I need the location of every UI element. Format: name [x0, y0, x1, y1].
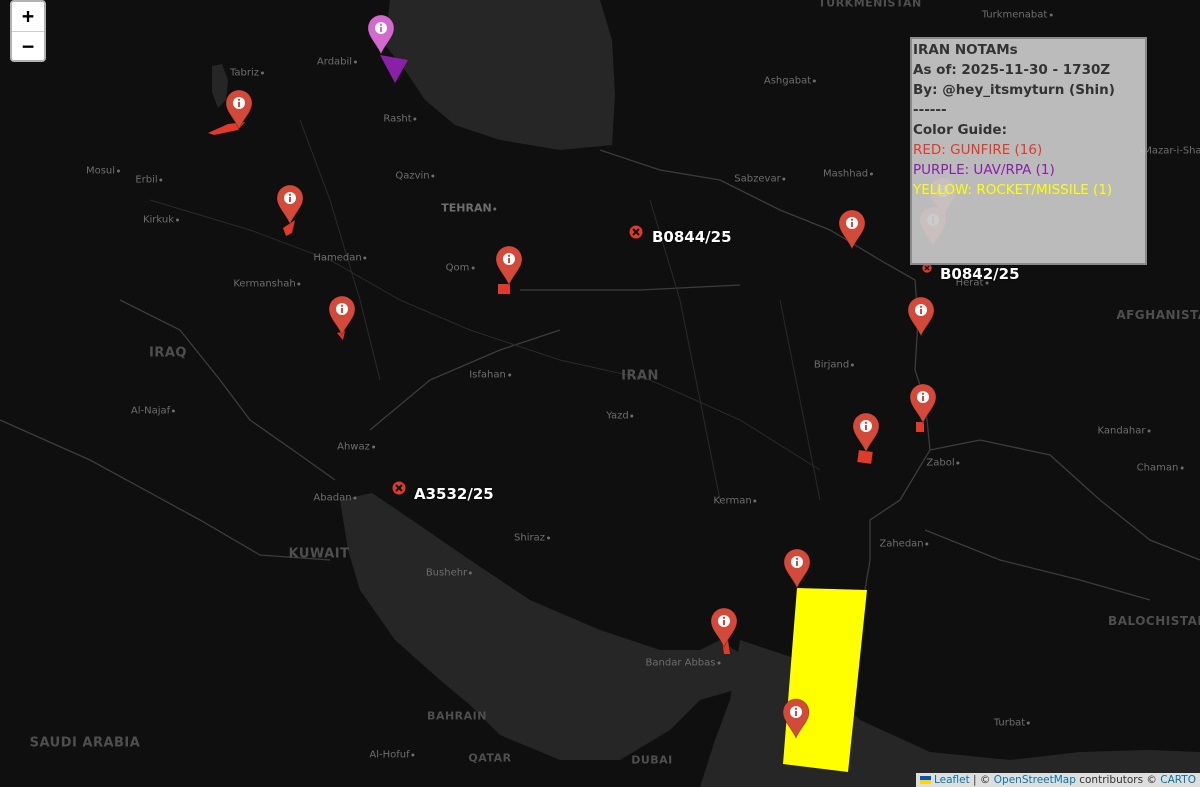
country-label-dubai: DUBAI	[631, 753, 673, 767]
city-label: Sabzevar	[734, 174, 786, 185]
city-label: Kirkuk	[143, 215, 180, 226]
gunfire-marker-icon[interactable]	[906, 295, 936, 337]
notam-label-b0844: B0844/25	[652, 228, 732, 246]
city-label: Qom	[446, 263, 475, 274]
attribution: Leaflet | © OpenStreetMap contributors ©…	[915, 773, 1200, 787]
notam-point-icon[interactable]	[392, 481, 406, 495]
legend-as-of: As of: 2025-11-30 - 1730Z	[913, 62, 1111, 78]
gunfire-marker-icon[interactable]	[782, 547, 812, 589]
city-label: Bandar Abbas	[646, 658, 721, 669]
leaflet-link[interactable]: Leaflet	[934, 774, 970, 786]
notam-label-a3532: A3532/25	[414, 485, 494, 503]
country-label-afghanistan: AFGHANISTA	[1116, 308, 1200, 322]
gunfire-marker-icon[interactable]	[494, 244, 524, 286]
uav-marker-icon[interactable]	[366, 13, 396, 55]
gunfire-marker-icon[interactable]	[837, 208, 867, 250]
country-label-bahrain: BAHRAIN	[427, 709, 487, 723]
city-label: Yazd	[606, 411, 634, 422]
country-label-saudi-arabia: SAUDI ARABIA	[29, 735, 141, 751]
city-label: Abadan	[313, 493, 357, 504]
map[interactable]: IRAQ IRAN KUWAIT SAUDI ARABIA BAHRAIN QA…	[0, 0, 1200, 787]
city-label: Kermanshah	[233, 279, 301, 290]
city-label: Mashhad	[823, 169, 874, 180]
ukraine-flag-icon	[919, 776, 931, 784]
city-label: Qazvin	[395, 171, 435, 182]
city-label: Birjand	[814, 360, 855, 371]
legend-title: IRAN NOTAMs	[913, 42, 1018, 58]
country-label-kuwait: KUWAIT	[288, 546, 350, 562]
city-label: Ardabil	[317, 57, 358, 68]
city-label: Kerman	[713, 496, 757, 507]
city-label: Turkmenabat	[982, 10, 1053, 21]
city-label: Zabol	[926, 458, 960, 469]
city-label: Isfahan	[469, 370, 511, 381]
city-label: Erbil	[135, 175, 163, 186]
legend-uav: PURPLE: UAV/RPA (1)	[913, 162, 1055, 178]
legend-author: By: @hey_itsmyturn (Shin)	[913, 82, 1115, 98]
notam-label-b0842: B0842/25	[940, 265, 1020, 283]
notam-point-icon[interactable]	[629, 225, 643, 239]
city-label: Tabriz	[230, 68, 265, 79]
country-label-iran: IRAN	[621, 368, 659, 384]
gunfire-marker-icon[interactable]	[327, 294, 357, 336]
gunfire-marker-icon[interactable]	[908, 382, 938, 424]
gunfire-marker-icon[interactable]	[224, 88, 254, 130]
city-label: Bushehr	[426, 568, 473, 579]
legend-divider: ------	[913, 102, 947, 118]
country-label-qatar: QATAR	[468, 751, 512, 765]
gunfire-marker-icon[interactable]	[275, 183, 305, 225]
city-label: Shiraz	[514, 533, 550, 544]
legend-gunfire: RED: GUNFIRE (16)	[913, 142, 1043, 158]
city-label: Chaman	[1137, 463, 1184, 474]
city-label: Ashgabat	[764, 76, 817, 87]
city-label: TEHRAN	[441, 202, 497, 215]
attribution-contributors: contributors ©	[1075, 774, 1161, 786]
gunfire-marker-icon[interactable]	[709, 606, 739, 648]
country-label-balochistan: BALOCHISTAN	[1108, 614, 1200, 628]
city-label: Al-Najaf	[131, 406, 176, 417]
city-label: Zahedan	[879, 539, 929, 550]
carto-link[interactable]: CARTO	[1160, 774, 1196, 786]
gunfire-marker-icon[interactable]	[851, 411, 881, 453]
city-label: Mazar-i-Shar	[1138, 146, 1200, 157]
gunfire-marker-icon[interactable]	[781, 697, 811, 739]
zoom-in-button[interactable]: +	[12, 2, 44, 31]
country-label-turkmenistan: TURKMENISTAN	[818, 0, 922, 10]
city-label: Mosul	[86, 166, 121, 177]
city-label: Rasht	[383, 114, 417, 125]
city-label: Ahwaz	[337, 442, 375, 453]
legend-guide-title: Color Guide:	[913, 122, 1007, 138]
zoom-control: + −	[10, 0, 46, 62]
legend-panel: IRAN NOTAMs As of: 2025-11-30 - 1730Z By…	[910, 37, 1147, 265]
country-label-iraq: IRAQ	[149, 345, 187, 361]
attribution-sep: | ©	[969, 774, 994, 786]
osm-link[interactable]: OpenStreetMap	[994, 774, 1076, 786]
city-label: Hamedan	[313, 253, 367, 264]
city-label: Kandahar	[1098, 426, 1151, 437]
city-label: Turbat	[994, 718, 1031, 729]
zoom-out-button[interactable]: −	[12, 31, 44, 60]
legend-rocket: YELLOW: ROCKET/MISSILE (1)	[913, 182, 1113, 198]
city-label: Al-Hofuf	[369, 750, 415, 761]
